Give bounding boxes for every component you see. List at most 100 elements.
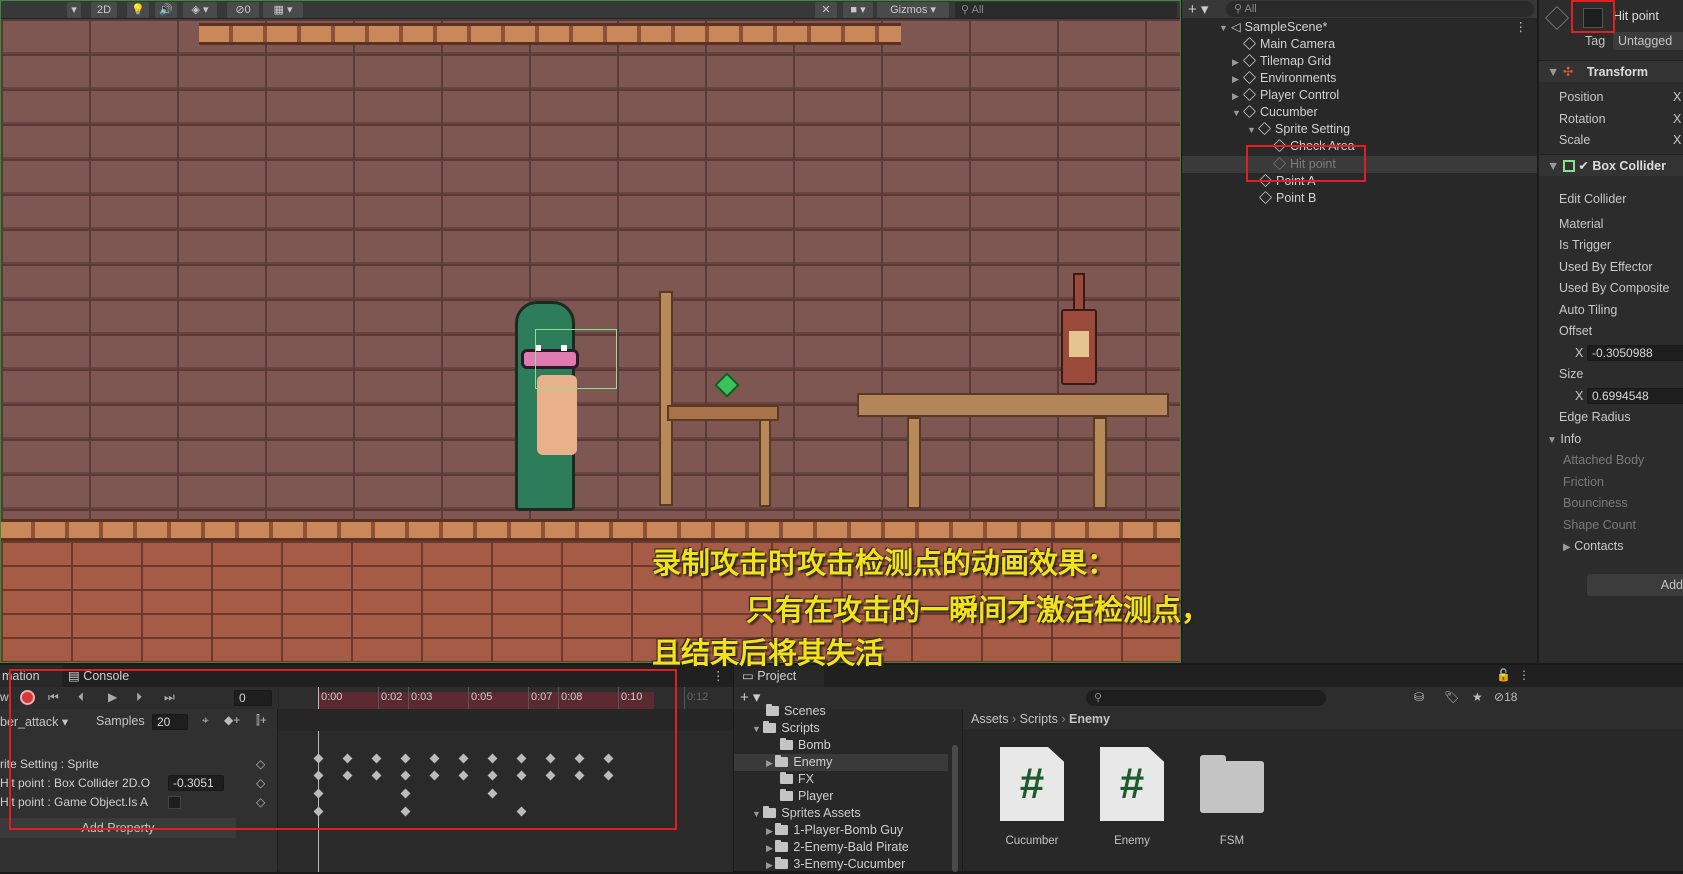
info-foldout[interactable]: ▼ Info [1547,432,1581,446]
tree-item-scenes[interactable]: Scenes [766,703,826,720]
foldout-arrow-icon[interactable]: ▼ [1547,159,1559,173]
breadcrumb-enemy[interactable]: Enemy [1069,712,1110,726]
folder-icon [775,823,789,835]
folder-tab [1200,755,1226,765]
bounciness-label: Bounciness [1563,496,1628,510]
preview-label: w [0,690,9,704]
expand-arrow-icon[interactable]: ▼ [1219,20,1231,37]
used-by-composite-label: Used By Composite [1559,281,1670,295]
foldout-arrow-icon[interactable]: ▼ [1547,435,1557,446]
position-label: Position [1559,90,1604,104]
scene-toolbar: ▾ 2D 💡 🔊 ◈ ▾ ⊘0 ▦ ▾ ✕ ■ ▾ Gizmos ▾ ⚲ All [1,1,1180,19]
expand-arrow-icon[interactable]: ▶ [766,843,775,853]
object-name-field[interactable]: Hit point [1613,9,1659,23]
create-asset-button[interactable]: + ▾ [740,688,760,706]
tree-scrollbar[interactable] [952,745,958,872]
hierarchy-item-environments[interactable]: ▶ Environments [1182,70,1537,87]
gameobject-icon [1242,53,1257,68]
expand-arrow-icon[interactable]: ▶ [1232,54,1244,71]
tree-item-player-bomb-guy[interactable]: ▶ 1-Player-Bomb Guy [766,822,903,839]
expand-arrow-icon[interactable]: ▼ [752,724,763,734]
folder-icon [775,755,789,767]
expand-arrow-icon[interactable]: ▼ [1232,105,1244,122]
hierarchy-item-sprite-setting[interactable]: ▼ Sprite Setting [1182,121,1537,138]
lighting-icon[interactable]: 💡 [127,2,149,18]
expand-arrow-icon[interactable]: ▼ [1247,122,1259,139]
tree-item-bomb[interactable]: Bomb [780,737,831,754]
scene-root-item[interactable]: ▼ ◁ SampleScene* ⋮ [1182,19,1537,36]
asset-cucumber[interactable]: # Cucumber [992,747,1072,857]
scene-search-input[interactable]: ⚲ All [955,2,1177,18]
expand-arrow-icon[interactable]: ▶ [766,826,775,836]
more-options-icon[interactable]: ⋮ [1518,668,1530,682]
breadcrumb-scripts[interactable]: Scripts [1020,712,1058,726]
caption-line-2: 只有在攻击的一瞬间才激活检测点， [746,593,1211,627]
item-label: Player Control [1260,88,1340,102]
collider-gizmo[interactable] [535,329,617,389]
tree-item-enemy-bald-pirate[interactable]: ▶ 2-Enemy-Bald Pirate [766,839,909,856]
folder-icon [1200,761,1264,813]
dropdown-arrow-icon[interactable]: ▾ [67,2,81,18]
hierarchy-item-cucumber[interactable]: ▼ Cucumber [1182,104,1537,121]
hierarchy-panel: + ▾ ⚲ All ▼ ◁ SampleScene* ⋮ Main Camera ▶ T… [1182,0,1537,663]
tree-item-scripts[interactable]: ▼ Scripts [752,720,820,737]
offset-x-label: X [1575,346,1584,360]
hierarchy-item-player-control[interactable]: ▶ Player Control [1182,87,1537,104]
offset-label: Offset [1559,324,1593,338]
project-search-input[interactable]: ⚲ [1086,690,1326,706]
scale-x-label: X [1673,133,1682,147]
expand-arrow-icon[interactable]: ▶ [766,758,775,768]
filter-label-icon[interactable]: 🏷 [1444,690,1459,704]
tree-label: FX [798,772,814,786]
more-options-icon[interactable]: ⋮ [1515,19,1528,36]
breadcrumb-assets[interactable]: Assets [971,712,1009,726]
hierarchy-item-point-b[interactable]: Point B [1182,190,1537,207]
lock-icon[interactable]: 🔓 [1496,668,1511,682]
tree-item-sprites-assets[interactable]: ▼ Sprites Assets [752,805,861,822]
expand-arrow-icon[interactable]: ▶ [1232,71,1244,88]
expand-arrow-icon[interactable]: ▶ [1232,88,1244,105]
tree-item-enemy[interactable]: ▶ Enemy [734,754,948,771]
foldout-arrow-icon[interactable]: ▶ [1563,542,1571,553]
audio-icon[interactable]: 🔊 [155,2,177,18]
asset-enemy[interactable]: # Enemy [1092,747,1172,857]
asset-label: Cucumber [1005,835,1059,847]
enabled-checkbox[interactable]: ✔ [1578,159,1588,173]
hierarchy-item-main-camera[interactable]: Main Camera [1182,36,1537,53]
top-ledge [199,23,901,45]
folder-icon [766,704,779,716]
contacts-foldout[interactable]: ▶ Contacts [1563,539,1624,553]
folder-icon [763,721,777,733]
effects-icon[interactable]: ◈ ▾ [183,2,217,18]
transform-header[interactable]: ▼ ✣ Transform [1539,60,1683,82]
favorite-icon[interactable]: ★ [1472,690,1483,704]
foldout-arrow-icon[interactable]: ▼ [1547,65,1559,79]
expand-arrow-icon[interactable]: ▶ [766,860,775,870]
2d-toggle-button[interactable]: 2D [91,2,117,18]
expand-arrow-icon[interactable]: ▼ [752,809,763,819]
tree-item-enemy-cucumber[interactable]: ▶ 3-Enemy-Cucumber [766,856,905,873]
friction-label: Friction [1563,475,1604,489]
filter-type-icon[interactable]: ⛁ [1414,690,1424,704]
tree-item-player[interactable]: Player [780,788,833,805]
asset-fsm[interactable]: FSM [1192,747,1272,857]
grid-snap-icon[interactable]: ▦ ▾ [263,2,303,18]
offset-x-field[interactable]: -0.3050988 [1587,345,1683,361]
box-collider-header[interactable]: ▼ ✔ Box Collider [1539,154,1683,176]
add-object-button[interactable]: + ▾ [1188,0,1208,18]
size-x-field[interactable]: 0.6994548 [1587,388,1683,404]
highlight-hit-point-item [1246,145,1366,182]
hierarchy-item-tilemap-grid[interactable]: ▶ Tilemap Grid [1182,53,1537,70]
hidden-packages-toggle[interactable]: ⊘18 [1494,690,1517,704]
gizmos-dropdown[interactable]: Gizmos ▾ [877,2,949,18]
is-trigger-label: Is Trigger [1559,238,1612,252]
hierarchy-search-input[interactable]: ⚲ All [1226,1,1534,17]
tag-dropdown[interactable]: Untagged [1613,32,1683,50]
camera-icon[interactable]: ■ ▾ [843,2,873,18]
hash-glyph: # [1019,759,1045,808]
edit-collider-label[interactable]: Edit Collider [1559,192,1626,206]
tools-icon[interactable]: ✕ [815,2,837,18]
tree-item-fx[interactable]: FX [780,771,814,788]
hidden-objects-toggle[interactable]: ⊘0 [227,2,259,18]
add-component-button[interactable]: Add [1587,574,1683,596]
